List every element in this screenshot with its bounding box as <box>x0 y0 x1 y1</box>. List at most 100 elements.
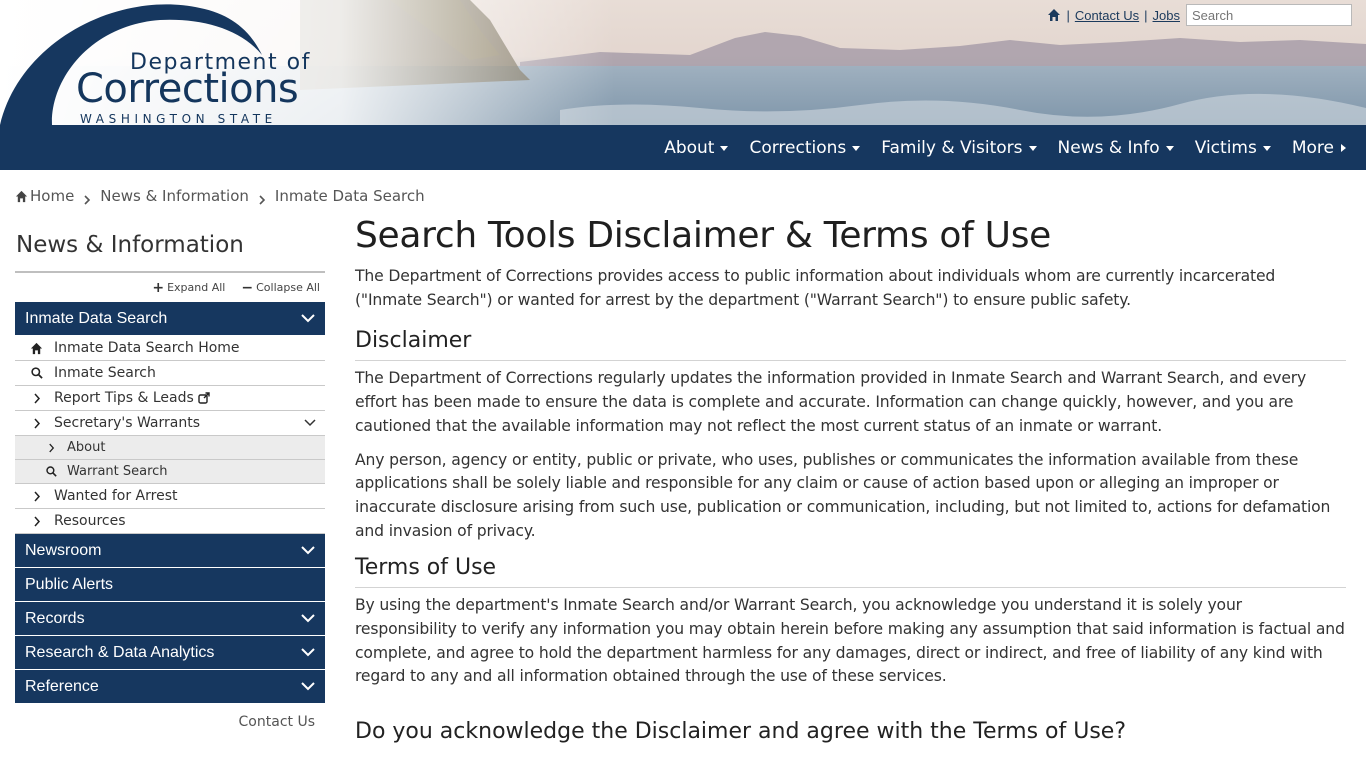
external-link-icon <box>198 392 210 404</box>
sidebar-item-secretarys-warrants[interactable]: Secretary's Warrants <box>15 411 325 436</box>
chevron-down-icon[interactable] <box>304 419 316 427</box>
sidebar-section-reference[interactable]: Reference <box>15 670 325 704</box>
nav-about[interactable]: About <box>664 137 729 158</box>
home-icon <box>30 342 43 355</box>
sidebar-subitem-about[interactable]: About <box>15 436 325 460</box>
nav-more-label: More <box>1291 137 1334 158</box>
main-content: Search Tools Disclaimer & Terms of Use T… <box>355 215 1346 744</box>
sidebar-section-newsroom[interactable]: Newsroom <box>15 534 325 568</box>
nav-corrections-label: Corrections <box>749 137 847 158</box>
nav-family-visitors-label: Family & Visitors <box>881 137 1023 158</box>
disclaimer-heading: Disclaimer <box>355 326 1346 362</box>
terms-heading: Terms of Use <box>355 553 1346 589</box>
nav-victims[interactable]: Victims <box>1195 138 1271 158</box>
chevron-down-icon[interactable] <box>301 682 315 691</box>
expand-all-button[interactable]: + Expand All <box>152 280 225 296</box>
nav-family-visitors[interactable]: Family & Visitors <box>881 137 1037 158</box>
chevron-right-icon <box>30 515 43 528</box>
logo-text-corrections: Corrections <box>76 66 299 112</box>
breadcrumb-current: Inmate Data Search <box>274 187 425 205</box>
sidebar-section-inmate-data-search[interactable]: Inmate Data Search <box>15 302 325 336</box>
search-icon <box>30 367 43 380</box>
sidebar-item-label: Report Tips & Leads <box>54 390 194 406</box>
chevron-down-icon[interactable] <box>301 614 315 623</box>
home-icon[interactable] <box>1047 8 1061 22</box>
caret-down-icon <box>720 146 729 151</box>
utility-bar: | Contact Us | Jobs <box>1047 4 1366 26</box>
chevron-down-icon[interactable] <box>301 314 315 323</box>
expand-all-label: Expand All <box>167 281 226 294</box>
sidebar-title: News & Information <box>15 232 325 273</box>
sidebar-item-label: Wanted for Arrest <box>54 488 178 504</box>
chevron-right-icon <box>30 392 43 405</box>
section-label: Public Alerts <box>25 575 114 593</box>
intro-paragraph: The Department of Corrections provides a… <box>355 267 1276 309</box>
sidebar-item-label: Secretary's Warrants <box>54 415 200 431</box>
chevron-right-icon <box>45 442 57 454</box>
sidebar-item-label: Inmate Search <box>54 365 156 381</box>
nav-corrections[interactable]: Corrections <box>749 137 861 158</box>
chevron-right-icon <box>30 417 43 430</box>
sidebar-item-label: Inmate Data Search Home <box>54 340 240 356</box>
collapse-all-button[interactable]: − Collapse All <box>241 280 320 296</box>
sidebar-section-research-data-analytics[interactable]: Research & Data Analytics <box>15 636 325 670</box>
caret-right-icon <box>1341 143 1346 152</box>
sidebar-section-records[interactable]: Records <box>15 602 325 636</box>
sidebar-item-report-tips-leads[interactable]: Report Tips & Leads <box>15 386 325 411</box>
nav-about-label: About <box>664 137 715 158</box>
chevron-right-icon <box>30 490 43 503</box>
chevron-right-icon <box>83 191 91 205</box>
terms-paragraph: By using the department's Inmate Search … <box>355 596 1345 686</box>
jobs-link[interactable]: Jobs <box>1153 8 1180 23</box>
nav-news-info-label: News & Info <box>1057 137 1160 158</box>
home-icon[interactable] <box>15 190 28 203</box>
minus-icon: − <box>241 279 254 296</box>
chevron-down-icon[interactable] <box>301 648 315 657</box>
utility-separator: | <box>1144 7 1148 23</box>
sidebar-item-wanted-for-arrest[interactable]: Wanted for Arrest <box>15 484 325 509</box>
breadcrumb-news[interactable]: News & Information <box>100 187 249 205</box>
disclaimer-paragraph-2: Any person, agency or entity, public or … <box>355 450 1331 540</box>
expand-collapse-controls: + Expand All − Collapse All <box>15 273 325 302</box>
sidebar-item-label: About <box>67 440 106 455</box>
nav-news-info[interactable]: News & Info <box>1058 138 1174 158</box>
caret-down-icon <box>1028 146 1037 151</box>
search-input[interactable] <box>1187 5 1366 25</box>
section-label: Inmate Data Search <box>25 309 168 327</box>
breadcrumb: Home News & Information Inmate Data Sear… <box>15 186 425 206</box>
chevron-right-icon <box>258 191 266 205</box>
header-banner: Department of Corrections WASHINGTON STA… <box>0 0 1366 125</box>
plus-icon: + <box>152 279 165 296</box>
breadcrumb-home[interactable]: Home <box>30 187 74 205</box>
collapse-all-label: Collapse All <box>256 281 320 294</box>
sidebar-item-inmate-search[interactable]: Inmate Search <box>15 361 325 386</box>
caret-down-icon <box>1262 146 1271 151</box>
logo-text-state: WASHINGTON STATE <box>80 112 277 125</box>
utility-separator: | <box>1066 7 1070 23</box>
disclaimer-paragraph-1: The Department of Corrections regularly … <box>355 369 1307 435</box>
search-box <box>1186 4 1366 26</box>
section-label: Reference <box>25 677 99 695</box>
contact-us-link[interactable]: Contact Us <box>1075 8 1139 23</box>
section-label: Records <box>25 609 85 627</box>
sidebar-item-label: Warrant Search <box>67 464 168 479</box>
sidebar-item-resources[interactable]: Resources <box>15 509 325 534</box>
sidebar-contact-us-link[interactable]: Contact Us <box>15 714 325 730</box>
site-logo[interactable]: Department of Corrections WASHINGTON STA… <box>0 0 330 125</box>
nav-victims-label: Victims <box>1194 137 1257 158</box>
main-navigation: About Corrections Family & Visitors News… <box>0 125 1366 170</box>
nav-more[interactable]: More <box>1292 138 1346 158</box>
section-label: Newsroom <box>25 541 102 559</box>
sidebar-item-label: Resources <box>54 513 126 529</box>
caret-down-icon <box>1165 146 1174 151</box>
chevron-down-icon[interactable] <box>301 546 315 555</box>
section-label: Research & Data Analytics <box>25 643 215 661</box>
acknowledge-question: Do you acknowledge the Disclaimer and ag… <box>355 719 1127 745</box>
sidebar-item-inmate-data-search-home[interactable]: Inmate Data Search Home <box>15 336 325 361</box>
sidebar: News & Information + Expand All − Collapse… <box>15 232 325 730</box>
caret-down-icon <box>852 146 861 151</box>
sidebar-subitem-warrant-search[interactable]: Warrant Search <box>15 460 325 484</box>
sidebar-section-public-alerts[interactable]: Public Alerts <box>15 568 325 602</box>
page-title: Search Tools Disclaimer & Terms of Use <box>355 215 1052 256</box>
search-icon <box>45 466 57 478</box>
